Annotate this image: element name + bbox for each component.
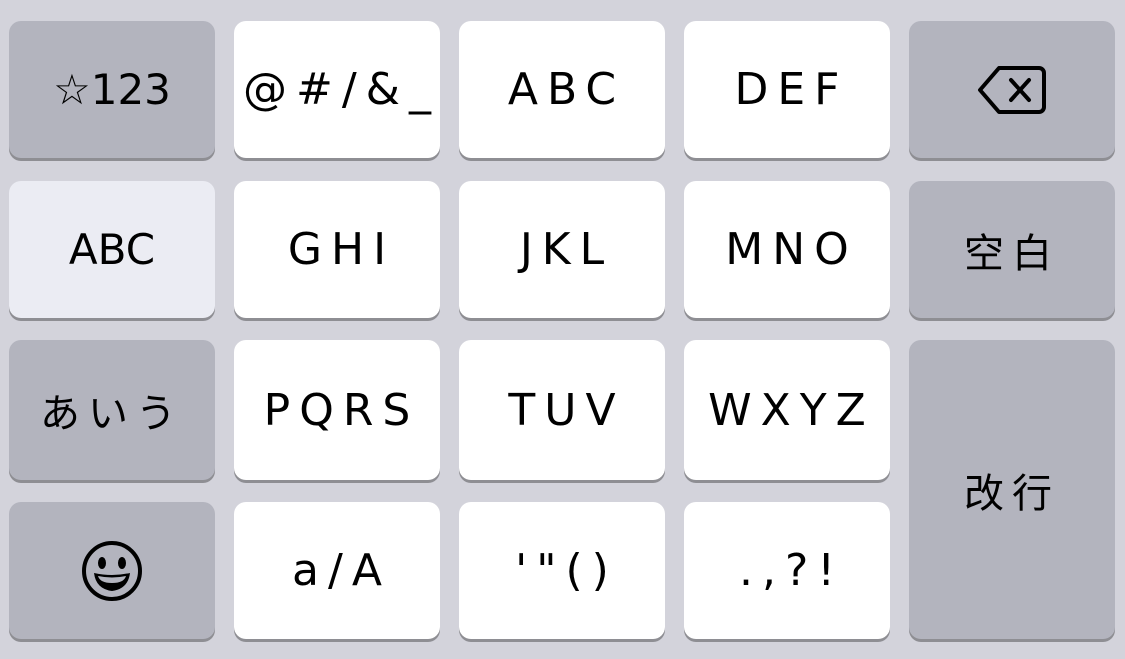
tuv-key[interactable]: TUV bbox=[459, 340, 665, 480]
case-toggle-label: a/A bbox=[292, 545, 391, 596]
jkl-key[interactable]: JKL bbox=[459, 181, 665, 318]
abc-key[interactable]: ABC bbox=[459, 21, 665, 158]
abc-label: ABC bbox=[507, 64, 626, 115]
emoji-key[interactable] bbox=[9, 502, 215, 639]
space-label: 空白 bbox=[964, 230, 1060, 277]
punctuation-key[interactable]: .,?! bbox=[684, 502, 890, 639]
wxyz-label: WXYZ bbox=[708, 384, 875, 436]
def-label: DEF bbox=[734, 64, 849, 115]
mno-key[interactable]: MNO bbox=[684, 181, 890, 318]
backspace-icon bbox=[977, 65, 1047, 115]
wxyz-key[interactable]: WXYZ bbox=[684, 340, 890, 480]
space-key[interactable]: 空白 bbox=[909, 181, 1115, 318]
tuv-label: TUV bbox=[508, 384, 625, 436]
mode-kana-key[interactable]: あいう bbox=[9, 340, 215, 480]
jkl-label: JKL bbox=[519, 224, 614, 275]
case-toggle-key[interactable]: a/A bbox=[234, 502, 440, 639]
smiley-icon bbox=[80, 539, 144, 603]
punctuation-label: .,?! bbox=[739, 545, 844, 596]
mno-label: MNO bbox=[725, 224, 858, 275]
backspace-key[interactable] bbox=[909, 21, 1115, 158]
quotes-parens-key[interactable]: '"() bbox=[459, 502, 665, 639]
mode-numbers-label: ☆123 bbox=[53, 65, 171, 114]
mode-alpha-label: ABC bbox=[68, 225, 156, 274]
quotes-parens-label: '"() bbox=[515, 545, 618, 596]
mode-kana-label: あいう bbox=[40, 391, 184, 437]
return-key[interactable]: 改行 bbox=[909, 340, 1115, 639]
mode-numbers-key[interactable]: ☆123 bbox=[9, 21, 215, 158]
ghi-key[interactable]: GHI bbox=[234, 181, 440, 318]
def-key[interactable]: DEF bbox=[684, 21, 890, 158]
symbols-label: @#/&_ bbox=[242, 64, 440, 115]
pqrs-key[interactable]: PQRS bbox=[234, 340, 440, 480]
symbols-key[interactable]: @#/&_ bbox=[234, 21, 440, 158]
mode-alpha-key[interactable]: ABC bbox=[9, 181, 215, 318]
ghi-label: GHI bbox=[287, 224, 396, 275]
return-label: 改行 bbox=[964, 470, 1060, 517]
pqrs-label: PQRS bbox=[263, 384, 420, 436]
